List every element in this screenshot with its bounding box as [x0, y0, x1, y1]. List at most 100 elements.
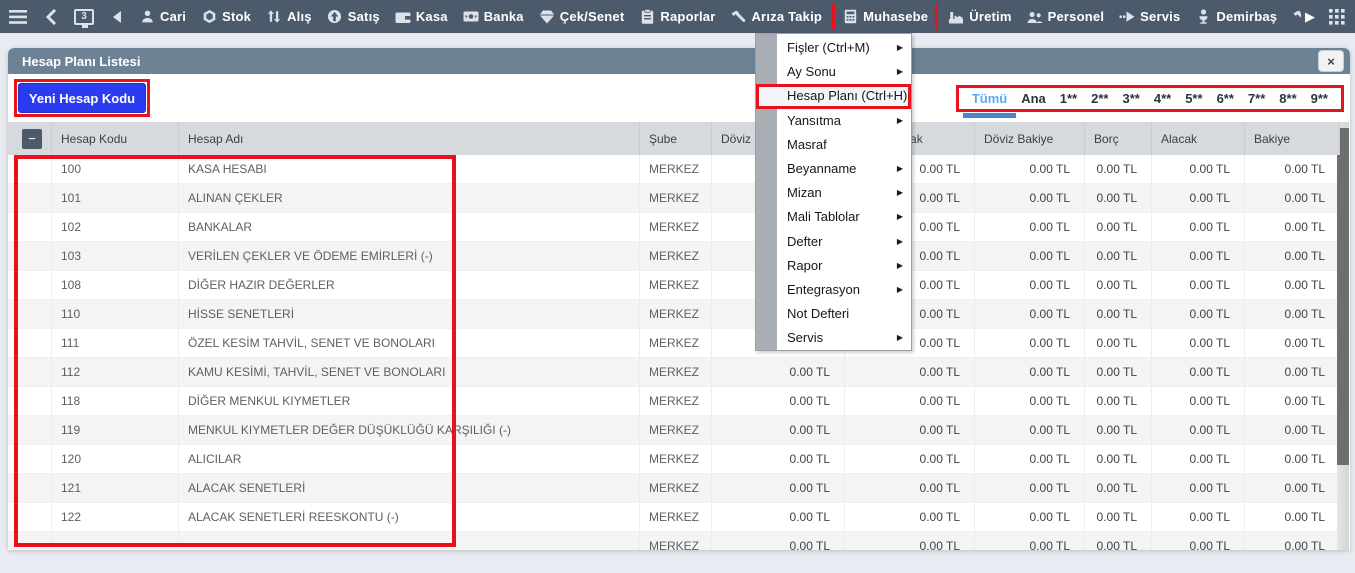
table-row[interactable]: 111ÖZEL KESİM TAHVİL, SENET VE BONOLARIM…: [8, 329, 1340, 358]
submenu-arrow-icon: ▶: [897, 326, 903, 350]
cell-expand: [8, 474, 52, 503]
menu-item-beyanname[interactable]: Beyanname▶: [756, 157, 911, 181]
nav-item-ar-za-takip[interactable]: Arıza Takip: [728, 5, 824, 29]
menu-item-ay-sonu[interactable]: Ay Sonu▶: [756, 60, 911, 84]
new-account-code-button[interactable]: Yeni Hesap Kodu: [18, 83, 146, 113]
filter-tab-ana[interactable]: Ana: [1014, 90, 1053, 107]
filter-tab-2[interactable]: 2**: [1084, 90, 1115, 107]
prev-triangle-icon[interactable]: [107, 7, 127, 27]
column-header-hesap-kodu[interactable]: Hesap Kodu: [52, 122, 179, 155]
menu-item-mizan[interactable]: Mizan ▶: [756, 181, 911, 205]
nav-item-ara-servis[interactable]: Araç Servis: [1290, 5, 1301, 29]
column-header-alacak[interactable]: Alacak: [1152, 122, 1245, 155]
menu-item-servis[interactable]: Servis▶: [756, 326, 911, 350]
vertical-scrollbar[interactable]: [1337, 122, 1349, 550]
table-row[interactable]: 122ALACAK SENETLERİ REESKONTU (-)MERKEZ0…: [8, 503, 1340, 532]
column-header-bor-[interactable]: Borç: [1085, 122, 1152, 155]
table-row[interactable]: 100KASA HESABIMERKEZ0.00 TL0.00 TL0.00 T…: [8, 155, 1340, 184]
menu-icon[interactable]: [8, 7, 28, 27]
cell-hesap-kodu: 118: [52, 387, 179, 416]
account-filter-tabs-highlight: TümüAna1**2**3**4**5**6**7**8**9**: [956, 85, 1344, 112]
column-header-d-viz-bakiye[interactable]: Döviz Bakiye: [975, 122, 1085, 155]
nav-item-kasa[interactable]: Kasa: [393, 5, 450, 29]
nav-item-al-[interactable]: Alış: [264, 5, 314, 29]
nav-item-raporlar[interactable]: Raporlar: [637, 5, 717, 29]
scrollbar-thumb[interactable]: [1337, 128, 1349, 465]
submenu-arrow-icon: ▶: [897, 181, 903, 205]
cell-expand: [8, 213, 52, 242]
cell-amount: 0.00 TL: [975, 271, 1085, 300]
menu-item-label: Mizan: [787, 185, 822, 200]
screen-number-icon[interactable]: 3: [74, 7, 94, 27]
nav-item-banka[interactable]: Banka: [461, 5, 526, 29]
table-row[interactable]: 101ALINAN ÇEKLERMERKEZ0.00 TL0.00 TL0.00…: [8, 184, 1340, 213]
cell-amount: 0.00 TL: [1245, 300, 1340, 329]
navbar-items: Cari Stok Alış Satış Kasa Banka Çek/Senet Rapor…: [137, 4, 1301, 30]
menu-item-not-defteri[interactable]: Not Defteri: [756, 302, 911, 326]
table-header-row: −Hesap KoduHesap AdıŞubeDöviz BorçDöviz …: [8, 122, 1340, 155]
close-button[interactable]: ×: [1318, 50, 1344, 72]
table-row[interactable]: 102BANKALARMERKEZ0.00 TL0.00 TL0.00 TL0.…: [8, 213, 1340, 242]
back-icon[interactable]: [41, 7, 61, 27]
menu-item-hesap-plan-ctrl-h[interactable]: Hesap Planı (Ctrl+H): [756, 84, 911, 108]
table-row[interactable]: 118DİĞER MENKUL KIYMETLERMERKEZ0.00 TL0.…: [8, 387, 1340, 416]
table-row[interactable]: 112KAMU KESİMİ, TAHVİL, SENET VE BONOLAR…: [8, 358, 1340, 387]
cell-amount: 0.00 TL: [975, 532, 1085, 550]
nav-item-stok[interactable]: Stok: [199, 5, 253, 29]
cell-hesap-kodu: 101: [52, 184, 179, 213]
column-header-hesap-ad-[interactable]: Hesap Adı: [179, 122, 640, 155]
nav-item--retim[interactable]: Üretim: [946, 5, 1013, 29]
cell-amount: 0.00 TL: [845, 358, 975, 387]
filter-tab-tm[interactable]: Tümü: [965, 90, 1014, 107]
filter-tab-8[interactable]: 8**: [1272, 90, 1303, 107]
hesap-plani-panel: Hesap Planı Listesi × Yeni Hesap Kodu Tü…: [8, 48, 1350, 550]
cell-expand: [8, 329, 52, 358]
table-row[interactable]: 103VERİLEN ÇEKLER VE ÖDEME EMİRLERİ (-)M…: [8, 242, 1340, 271]
filter-tab-9[interactable]: 9**: [1304, 90, 1335, 107]
menu-item-yans-tma[interactable]: Yansıtma▶: [756, 109, 911, 133]
apps-grid-icon[interactable]: [1327, 7, 1347, 27]
table-row[interactable]: MERKEZ0.00 TL0.00 TL0.00 TL0.00 TL0.00 T…: [8, 532, 1340, 550]
cell-hesap-kodu: 119: [52, 416, 179, 445]
nav-item--ek-senet[interactable]: Çek/Senet: [537, 5, 627, 29]
cell-amount: 0.00 TL: [712, 503, 845, 532]
filter-tab-6[interactable]: 6**: [1210, 90, 1241, 107]
column-header--ube[interactable]: Şube: [640, 122, 712, 155]
page-title: Hesap Planı Listesi: [22, 54, 141, 69]
nav-item-demirba-[interactable]: Demirbaş: [1193, 5, 1279, 29]
menu-item-rapor[interactable]: Rapor▶: [756, 254, 911, 278]
filter-tab-3[interactable]: 3**: [1115, 90, 1146, 107]
scroll-right-icon[interactable]: ▶: [1305, 10, 1315, 23]
nav-item-sat-[interactable]: Satış: [325, 5, 382, 29]
menu-item-defter[interactable]: Defter▶: [756, 230, 911, 254]
menu-item-fi-ler-ctrl-m[interactable]: Fişler (Ctrl+M)▶: [756, 36, 911, 60]
table-row[interactable]: 119MENKUL KIYMETLER DEĞER DÜŞÜKLÜĞÜ KARŞ…: [8, 416, 1340, 445]
table-row[interactable]: 108DİĞER HAZIR DEĞERLERMERKEZ0.00 TL0.00…: [8, 271, 1340, 300]
table-row[interactable]: 120ALICILARMERKEZ0.00 TL0.00 TL0.00 TL0.…: [8, 445, 1340, 474]
panel-toolbar: Yeni Hesap Kodu TümüAna1**2**3**4**5**6*…: [8, 74, 1350, 122]
nav-item-cari[interactable]: Cari: [137, 5, 188, 29]
cell-amount: 0.00 TL: [712, 358, 845, 387]
menu-item-entegrasyon[interactable]: Entegrasyon▶: [756, 278, 911, 302]
filter-tab-4[interactable]: 4**: [1147, 90, 1178, 107]
table-row[interactable]: 121ALACAK SENETLERİMERKEZ0.00 TL0.00 TL0…: [8, 474, 1340, 503]
filter-tab-1[interactable]: 1**: [1053, 90, 1084, 107]
cell-amount: 0.00 TL: [975, 416, 1085, 445]
filter-tab-5[interactable]: 5**: [1178, 90, 1209, 107]
menu-item-label: Yansıtma: [787, 113, 841, 128]
cell-expand: [8, 271, 52, 300]
table-row[interactable]: 110HİSSE SENETLERİMERKEZ0.00 TL0.00 TL0.…: [8, 300, 1340, 329]
collapse-all-button[interactable]: −: [22, 129, 42, 149]
cell-hesap-adi: HİSSE SENETLERİ: [179, 300, 640, 329]
cell-hesap-adi: ALACAK SENETLERİ: [179, 474, 640, 503]
filter-tab-7[interactable]: 7**: [1241, 90, 1272, 107]
cell-amount: 0.00 TL: [712, 532, 845, 550]
menu-item-mali-tablolar[interactable]: Mali Tablolar▶: [756, 205, 911, 229]
menu-item-masraf[interactable]: Masraf: [756, 133, 911, 157]
column-header-bakiye[interactable]: Bakiye: [1245, 122, 1340, 155]
nav-item-muhasebe[interactable]: Muhasebe: [835, 4, 935, 30]
nav-item-personel[interactable]: Personel: [1025, 5, 1107, 29]
nav-item-servis[interactable]: Servis: [1117, 5, 1182, 29]
cell-sube: MERKEZ: [640, 242, 712, 271]
cell-sube: MERKEZ: [640, 532, 712, 550]
